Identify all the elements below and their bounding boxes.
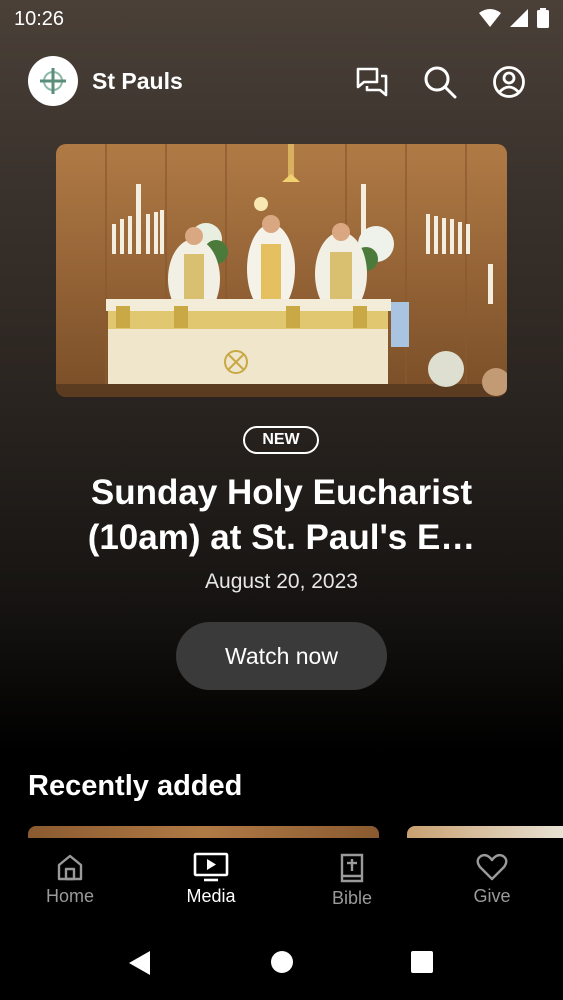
nav-media[interactable]: Media bbox=[161, 852, 261, 907]
search-button[interactable] bbox=[422, 64, 458, 100]
nav-give[interactable]: Give bbox=[442, 852, 542, 907]
media-icon bbox=[193, 852, 229, 882]
church-name[interactable]: St Pauls bbox=[92, 68, 183, 95]
back-icon[interactable] bbox=[128, 950, 152, 976]
nav-home[interactable]: Home bbox=[20, 852, 120, 907]
watch-now-button[interactable]: Watch now bbox=[176, 622, 387, 690]
featured-title-line1: Sunday Holy Eucharist bbox=[90, 473, 473, 512]
nav-give-label: Give bbox=[473, 886, 511, 906]
status-icons bbox=[479, 8, 549, 28]
home-icon bbox=[57, 854, 83, 881]
recently-added-heading: Recently added bbox=[28, 770, 243, 802]
home-circle-icon[interactable] bbox=[270, 950, 294, 974]
account-button[interactable] bbox=[491, 64, 527, 100]
status-bar: 10:26 bbox=[0, 0, 563, 40]
featured-title-line2: (10am) at St. Paul's E… bbox=[87, 518, 476, 557]
signal-icon bbox=[510, 9, 528, 27]
church-logo[interactable] bbox=[28, 56, 78, 106]
wifi-icon bbox=[479, 9, 501, 27]
logo-cross-icon bbox=[40, 68, 66, 94]
bible-icon bbox=[340, 853, 364, 883]
chat-button[interactable] bbox=[354, 64, 390, 100]
featured-video-thumbnail[interactable] bbox=[56, 144, 507, 397]
nav-media-label: Media bbox=[186, 886, 236, 906]
altar-scene-image bbox=[56, 144, 507, 397]
featured-title[interactable]: Sunday Holy Eucharist (10am) at St. Paul… bbox=[30, 470, 533, 560]
new-badge: NEW bbox=[243, 426, 319, 454]
search-icon bbox=[424, 66, 457, 99]
recents-icon[interactable] bbox=[410, 950, 434, 974]
account-icon bbox=[493, 66, 525, 98]
chat-icon bbox=[356, 67, 388, 97]
status-time: 10:26 bbox=[14, 8, 65, 30]
nav-bible-label: Bible bbox=[331, 888, 373, 908]
heart-icon bbox=[476, 853, 508, 881]
nav-home-label: Home bbox=[45, 886, 94, 906]
system-nav-bar bbox=[0, 928, 563, 1000]
nav-bible[interactable]: Bible bbox=[302, 852, 402, 909]
featured-date: August 20, 2023 bbox=[205, 570, 358, 593]
battery-icon bbox=[537, 8, 549, 28]
app-header: St Pauls bbox=[0, 56, 563, 108]
bottom-nav: Home Media Bible Give bbox=[0, 838, 563, 928]
